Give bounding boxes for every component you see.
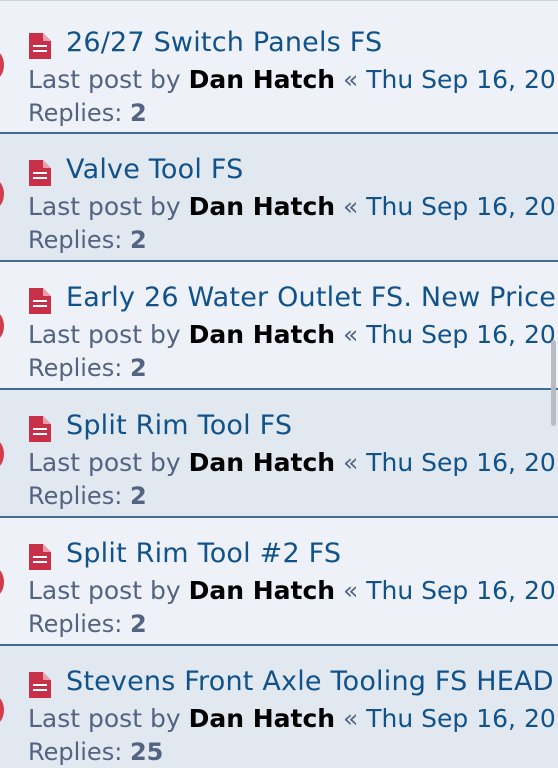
last-post-prefix: Last post by (28, 704, 181, 733)
last-post-prefix: Last post by (28, 448, 181, 477)
date-separator: « (343, 704, 359, 733)
date-separator: « (343, 448, 359, 477)
last-post-date-link[interactable]: Thu Sep 16, 20 (366, 320, 556, 349)
replies-label: Replies: (28, 738, 123, 766)
last-post-info: Last post by Dan Hatch « Thu Sep 16, 20 (28, 576, 556, 605)
replies-count: 2 (129, 354, 147, 382)
date-separator: « (343, 192, 359, 221)
unread-status-dot (0, 180, 4, 208)
replies-count: 2 (129, 610, 147, 638)
unread-status-dot (0, 568, 4, 596)
topic-list: 26/27 Switch Panels FS Last post by Dan … (0, 0, 558, 768)
last-post-info: Last post by Dan Hatch « Thu Sep 16, 20 (28, 320, 556, 349)
topic-row[interactable]: Split Rim Tool #2 FS Last post by Dan Ha… (0, 518, 558, 646)
document-icon (29, 672, 51, 698)
last-post-prefix: Last post by (28, 576, 181, 605)
author-link[interactable]: Dan Hatch (189, 320, 335, 349)
topic-row[interactable]: 26/27 Switch Panels FS Last post by Dan … (0, 0, 558, 134)
last-post-prefix: Last post by (28, 192, 181, 221)
document-icon (29, 416, 51, 442)
replies-info: Replies: 2 (28, 226, 147, 254)
topic-row[interactable]: Split Rim Tool FS Last post by Dan Hatch… (0, 390, 558, 518)
topic-title-link[interactable]: Early 26 Water Outlet FS. New Price (66, 282, 556, 313)
topic-title-link[interactable]: Split Rim Tool FS (66, 410, 292, 441)
last-post-info: Last post by Dan Hatch « Thu Sep 16, 20 (28, 65, 556, 94)
replies-count: 25 (129, 738, 164, 766)
unread-status-dot (0, 440, 4, 468)
topic-row[interactable]: Early 26 Water Outlet FS. New Price Last… (0, 262, 558, 390)
last-post-info: Last post by Dan Hatch « Thu Sep 16, 20 (28, 192, 556, 221)
topic-title-link[interactable]: 26/27 Switch Panels FS (66, 27, 382, 58)
date-separator: « (343, 576, 359, 605)
replies-info: Replies: 2 (28, 354, 147, 382)
replies-count: 2 (129, 99, 147, 127)
last-post-prefix: Last post by (28, 65, 181, 94)
replies-count: 2 (129, 482, 147, 510)
last-post-prefix: Last post by (28, 320, 181, 349)
replies-info: Replies: 2 (28, 99, 147, 127)
replies-info: Replies: 2 (28, 610, 147, 638)
unread-status-dot (0, 51, 4, 79)
document-icon (29, 33, 51, 59)
topic-title-link[interactable]: Valve Tool FS (66, 154, 243, 185)
document-icon (29, 160, 51, 186)
document-icon (29, 288, 51, 314)
replies-label: Replies: (28, 226, 123, 254)
last-post-date-link[interactable]: Thu Sep 16, 20 (366, 448, 556, 477)
document-icon (29, 544, 51, 570)
author-link[interactable]: Dan Hatch (189, 704, 335, 733)
replies-label: Replies: (28, 610, 123, 638)
topic-title-link[interactable]: Stevens Front Axle Tooling FS HEAD (66, 666, 554, 697)
replies-label: Replies: (28, 482, 123, 510)
author-link[interactable]: Dan Hatch (189, 448, 335, 477)
last-post-date-link[interactable]: Thu Sep 16, 20 (366, 65, 556, 94)
last-post-date-link[interactable]: Thu Sep 16, 20 (366, 576, 556, 605)
replies-info: Replies: 2 (28, 482, 147, 510)
date-separator: « (343, 65, 359, 94)
date-separator: « (343, 320, 359, 349)
author-link[interactable]: Dan Hatch (189, 65, 335, 94)
topic-row[interactable]: Stevens Front Axle Tooling FS HEAD Last … (0, 646, 558, 768)
last-post-info: Last post by Dan Hatch « Thu Sep 16, 20 (28, 448, 556, 477)
last-post-date-link[interactable]: Thu Sep 16, 20 (366, 704, 556, 733)
unread-status-dot (0, 696, 4, 724)
replies-label: Replies: (28, 99, 123, 127)
topic-title-link[interactable]: Split Rim Tool #2 FS (66, 538, 341, 569)
author-link[interactable]: Dan Hatch (189, 576, 335, 605)
last-post-info: Last post by Dan Hatch « Thu Sep 16, 20 (28, 704, 556, 733)
topic-row[interactable]: Valve Tool FS Last post by Dan Hatch « T… (0, 134, 558, 262)
replies-count: 2 (129, 226, 147, 254)
unread-status-dot (0, 312, 4, 340)
last-post-date-link[interactable]: Thu Sep 16, 20 (366, 192, 556, 221)
scrollbar-thumb[interactable] (551, 340, 556, 426)
replies-label: Replies: (28, 354, 123, 382)
author-link[interactable]: Dan Hatch (189, 192, 335, 221)
replies-info: Replies: 25 (28, 738, 163, 766)
